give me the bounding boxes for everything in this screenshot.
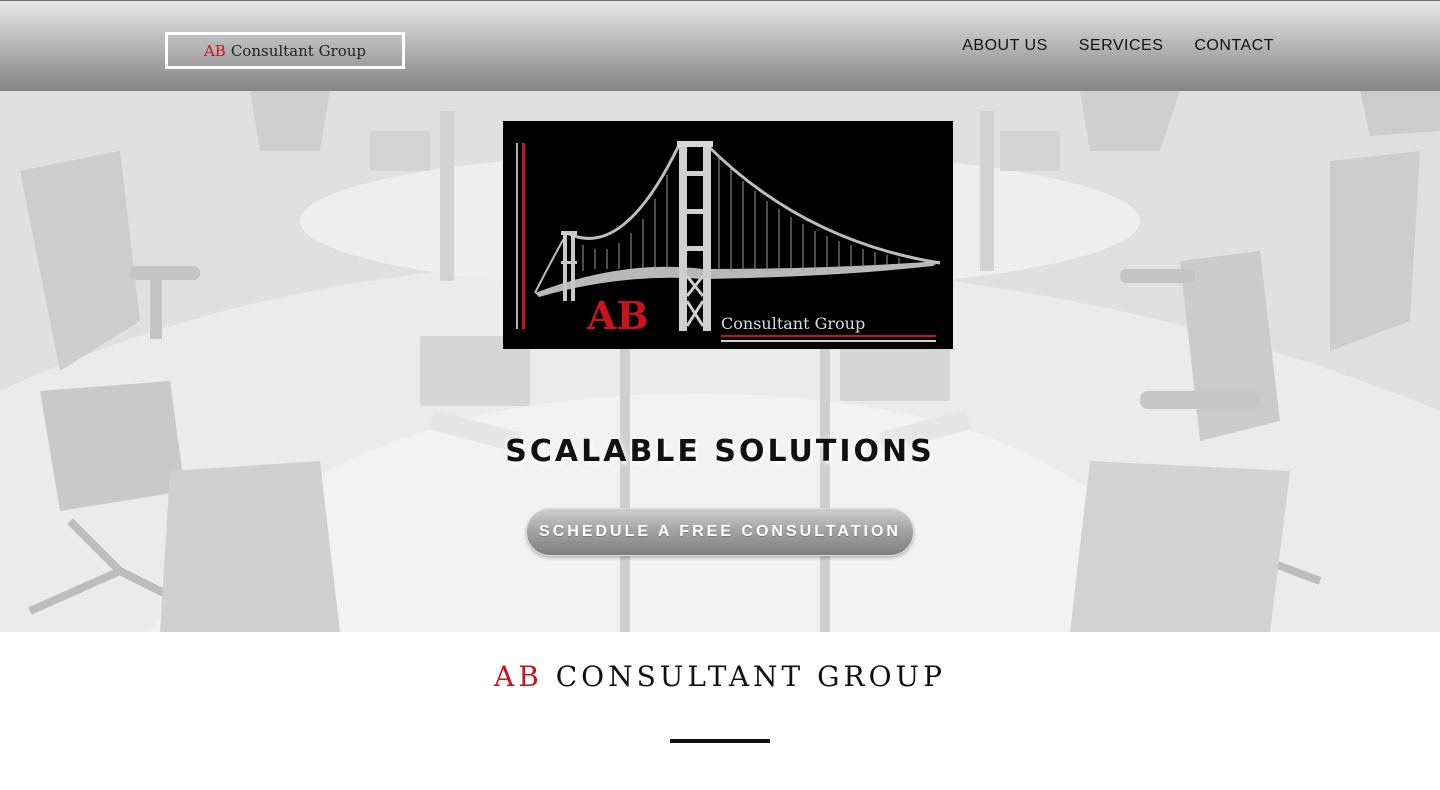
nav-services[interactable]: SERVICES bbox=[1079, 37, 1164, 55]
nav-contact[interactable]: CONTACT bbox=[1194, 37, 1274, 55]
nav-about-us[interactable]: ABOUT US bbox=[962, 37, 1048, 55]
section-heading-ab: AB bbox=[494, 660, 543, 693]
logo-ab-text: AB bbox=[586, 293, 649, 338]
brand-name: Consultant Group bbox=[230, 41, 367, 60]
main-nav: ABOUT US SERVICES CONTACT bbox=[962, 37, 1274, 55]
brand-ab: AB bbox=[203, 41, 226, 60]
logo-consultant-group-text: Consultant Group bbox=[721, 314, 865, 333]
section-heading-rest: CONSULTANT GROUP bbox=[555, 660, 946, 693]
section-divider bbox=[670, 739, 770, 743]
company-logo-image: AB Consultant Group bbox=[503, 121, 953, 349]
hero-headline: SCALABLE SOLUTIONS bbox=[505, 434, 935, 469]
site-header: AB Consultant Group ABOUT US SERVICES CO… bbox=[0, 0, 1440, 91]
schedule-consultation-button[interactable]: SCHEDULE A FREE CONSULTATION bbox=[526, 508, 914, 556]
hero-section: AB Consultant Group SCALABLE SOLUTIONS S… bbox=[0, 91, 1440, 632]
section-heading: AB CONSULTANT GROUP bbox=[0, 660, 1440, 693]
brand-logo-link[interactable]: AB Consultant Group bbox=[165, 32, 405, 69]
bridge-logo-graphic: AB Consultant Group bbox=[503, 121, 953, 349]
